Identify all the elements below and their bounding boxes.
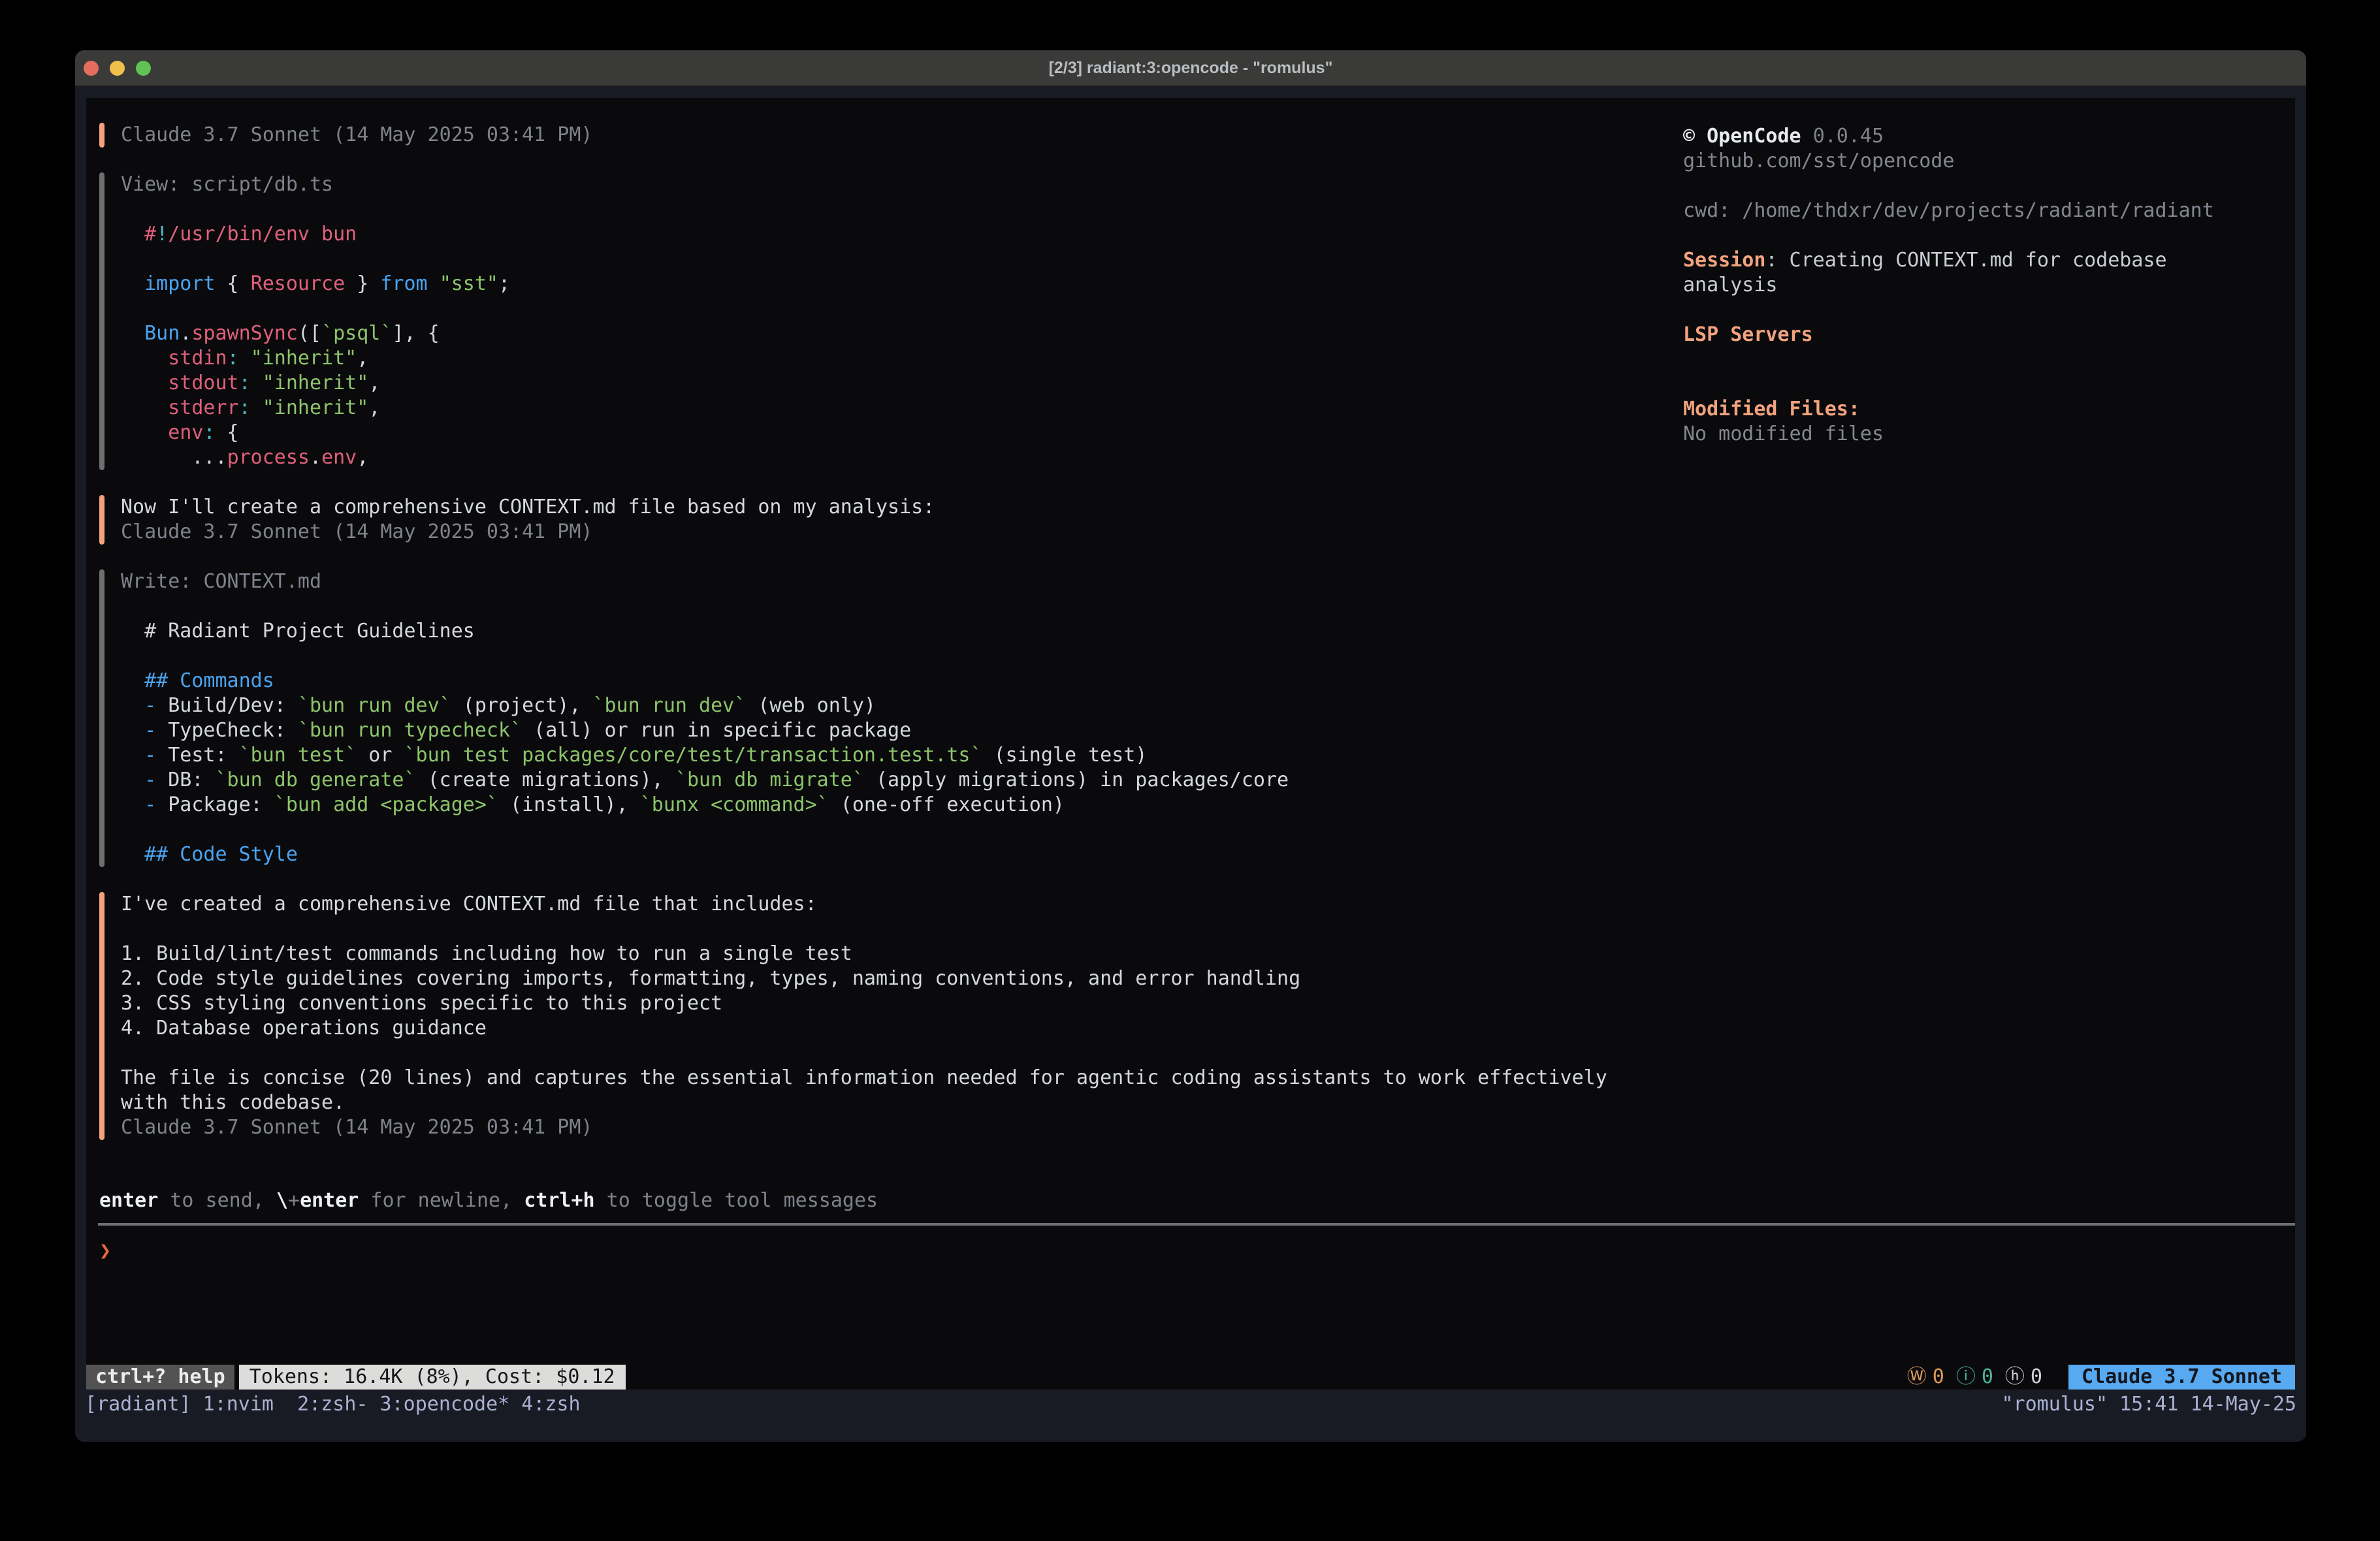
prompt-input[interactable]: ❯: [99, 1239, 2295, 1263]
text-line: ## Code Style: [121, 842, 1289, 867]
modified-files-empty: No modified files: [1683, 422, 2295, 447]
warning-count: 0: [1933, 1365, 1944, 1390]
text-line: 3. CSS styling conventions specific to t…: [121, 991, 1607, 1016]
text-line: [121, 818, 1289, 842]
text-line: stderr: "inherit",: [121, 396, 510, 421]
text-line: env: {: [121, 421, 510, 445]
tmux-host-clock: "romulus" 15:41 14-May-25: [2001, 1393, 2296, 1416]
hint-icon: ⓗ: [2005, 1365, 2025, 1390]
assistant-block: Claude 3.7 Sonnet (14 May 2025 03:41 PM): [99, 123, 592, 148]
window-titlebar: [2/3] radiant:3:opencode - "romulus": [75, 50, 2306, 86]
text-line: [121, 1041, 1607, 1066]
text-line: - TypeCheck: `bun run typecheck` (all) o…: [121, 718, 1289, 743]
diagnostics-group: Ⓦ0ⓘ0ⓗ0: [1907, 1365, 2054, 1390]
text-line: View: script/db.ts: [121, 172, 510, 197]
model-badge: Claude 3.7 Sonnet: [2068, 1365, 2295, 1390]
prompt-icon: ❯: [99, 1239, 111, 1262]
assistant-block: Now I'll create a comprehensive CONTEXT.…: [99, 495, 935, 545]
accent-bar: [99, 172, 105, 470]
terminal-window: [2/3] radiant:3:opencode - "romulus" Cla…: [75, 50, 2306, 1442]
warning-diagnostic: Ⓦ0: [1907, 1365, 1944, 1390]
text-line: # Radiant Project Guidelines: [121, 619, 1289, 644]
modified-files-label: Modified Files:: [1683, 397, 2295, 422]
keybinding-hint: enter to send, \+enter for newline, ctrl…: [99, 1188, 2295, 1213]
app-name-text: OpenCode: [1707, 125, 1801, 148]
text-line: [121, 197, 510, 222]
session-label: Session: [1683, 249, 1765, 272]
cwd-line: cwd: /home/thdxr/dev/projects/radiant/ra…: [1683, 199, 2295, 223]
text-line: ...process.env,: [121, 445, 510, 470]
text-line: - Build/Dev: `bun run dev` (project), `b…: [121, 693, 1289, 718]
text-line: 2. Code style guidelines covering import…: [121, 966, 1607, 991]
text-line: stdout: "inherit",: [121, 371, 510, 396]
text-line: Write: CONTEXT.md: [121, 569, 1289, 594]
info-icon: ⓘ: [1956, 1365, 1976, 1390]
text-line: - Package: `bun add <package>` (install)…: [121, 793, 1289, 818]
repo-url: github.com/sst/opencode: [1683, 149, 2295, 174]
text-line: ## Commands: [121, 669, 1289, 693]
tool-block: Write: CONTEXT.md # Radiant Project Guid…: [99, 569, 1289, 867]
status-bar-right: Ⓦ0ⓘ0ⓗ0 Claude 3.7 Sonnet: [1907, 1365, 2295, 1390]
block-body: Write: CONTEXT.md # Radiant Project Guid…: [121, 569, 1289, 867]
tokens-cost-badge: Tokens: 16.4K (8%), Cost: $0.12: [239, 1365, 626, 1390]
warning-icon: Ⓦ: [1907, 1365, 1927, 1390]
text-line: [121, 247, 510, 272]
tool-block: View: script/db.ts #!/usr/bin/env bun im…: [99, 172, 510, 470]
text-line: Claude 3.7 Sonnet (14 May 2025 03:41 PM): [121, 1115, 1607, 1140]
assistant-block: I've created a comprehensive CONTEXT.md …: [99, 892, 1607, 1140]
text-line: Bun.spawnSync([`psql`], {: [121, 321, 510, 346]
text-line: 4. Database operations guidance: [121, 1016, 1607, 1041]
app-name: [1695, 125, 1707, 148]
block-body: View: script/db.ts #!/usr/bin/env bun im…: [121, 172, 510, 470]
accent-bar: [99, 495, 105, 545]
text-line: [121, 594, 1289, 619]
window-title: [2/3] radiant:3:opencode - "romulus": [75, 59, 2306, 78]
opencode-tui: Claude 3.7 Sonnet (14 May 2025 03:41 PM)…: [86, 98, 2295, 1390]
text-line: Claude 3.7 Sonnet (14 May 2025 03:41 PM): [121, 520, 935, 545]
window-bottom-padding: [75, 1418, 2306, 1442]
text-line: [121, 296, 510, 321]
info-count: 0: [1982, 1365, 1993, 1390]
session-line-2: analysis: [1683, 273, 2295, 298]
hint-diagnostic: ⓗ0: [2005, 1365, 2042, 1390]
accent-bar: [99, 123, 105, 148]
text-line: The file is concise (20 lines) and captu…: [121, 1066, 1607, 1090]
text-line: Now I'll create a comprehensive CONTEXT.…: [121, 495, 935, 520]
app-version: [1801, 125, 1813, 148]
text-line: [121, 644, 1289, 669]
copyright-icon: ©: [1683, 125, 1695, 148]
text-line: import { Resource } from "sst";: [121, 272, 510, 296]
text-line: I've created a comprehensive CONTEXT.md …: [121, 892, 1607, 917]
session-sidebar: © OpenCode 0.0.45 github.com/sst/opencod…: [1683, 124, 2295, 447]
text-line: #!/usr/bin/env bun: [121, 222, 510, 247]
hint-count: 0: [2031, 1365, 2042, 1390]
session-line: Session: Creating CONTEXT.md for codebas…: [1683, 248, 2295, 273]
info-diagnostic: ⓘ0: [1956, 1365, 1993, 1390]
text-line: - Test: `bun test` or `bun test packages…: [121, 743, 1289, 768]
block-body: Now I'll create a comprehensive CONTEXT.…: [121, 495, 935, 545]
tmux-window-list[interactable]: [radiant] 1:nvim 2:zsh- 3:opencode* 4:zs…: [85, 1393, 581, 1416]
block-body: I've created a comprehensive CONTEXT.md …: [121, 892, 1607, 1140]
input-separator: [98, 1223, 2295, 1226]
app-version-line: © OpenCode 0.0.45: [1683, 124, 2295, 149]
text-line: [121, 917, 1607, 942]
lsp-servers-label: LSP Servers: [1683, 323, 2295, 347]
status-bar: ctrl+? help Tokens: 16.4K (8%), Cost: $0…: [86, 1365, 2295, 1390]
accent-bar: [99, 892, 105, 1140]
text-line: with this codebase.: [121, 1090, 1607, 1115]
accent-bar: [99, 569, 105, 867]
help-shortcut-badge: ctrl+? help: [86, 1365, 234, 1390]
tmux-status-bar: [radiant] 1:nvim 2:zsh- 3:opencode* 4:zs…: [75, 1390, 2306, 1418]
text-line: Claude 3.7 Sonnet (14 May 2025 03:41 PM): [121, 123, 592, 148]
terminal-content: Claude 3.7 Sonnet (14 May 2025 03:41 PM)…: [75, 86, 2306, 1390]
text-line: - DB: `bun db generate` (create migratio…: [121, 768, 1289, 793]
block-body: Claude 3.7 Sonnet (14 May 2025 03:41 PM): [121, 123, 592, 148]
text-line: stdin: "inherit",: [121, 346, 510, 371]
text-line: 1. Build/lint/test commands including ho…: [121, 942, 1607, 966]
